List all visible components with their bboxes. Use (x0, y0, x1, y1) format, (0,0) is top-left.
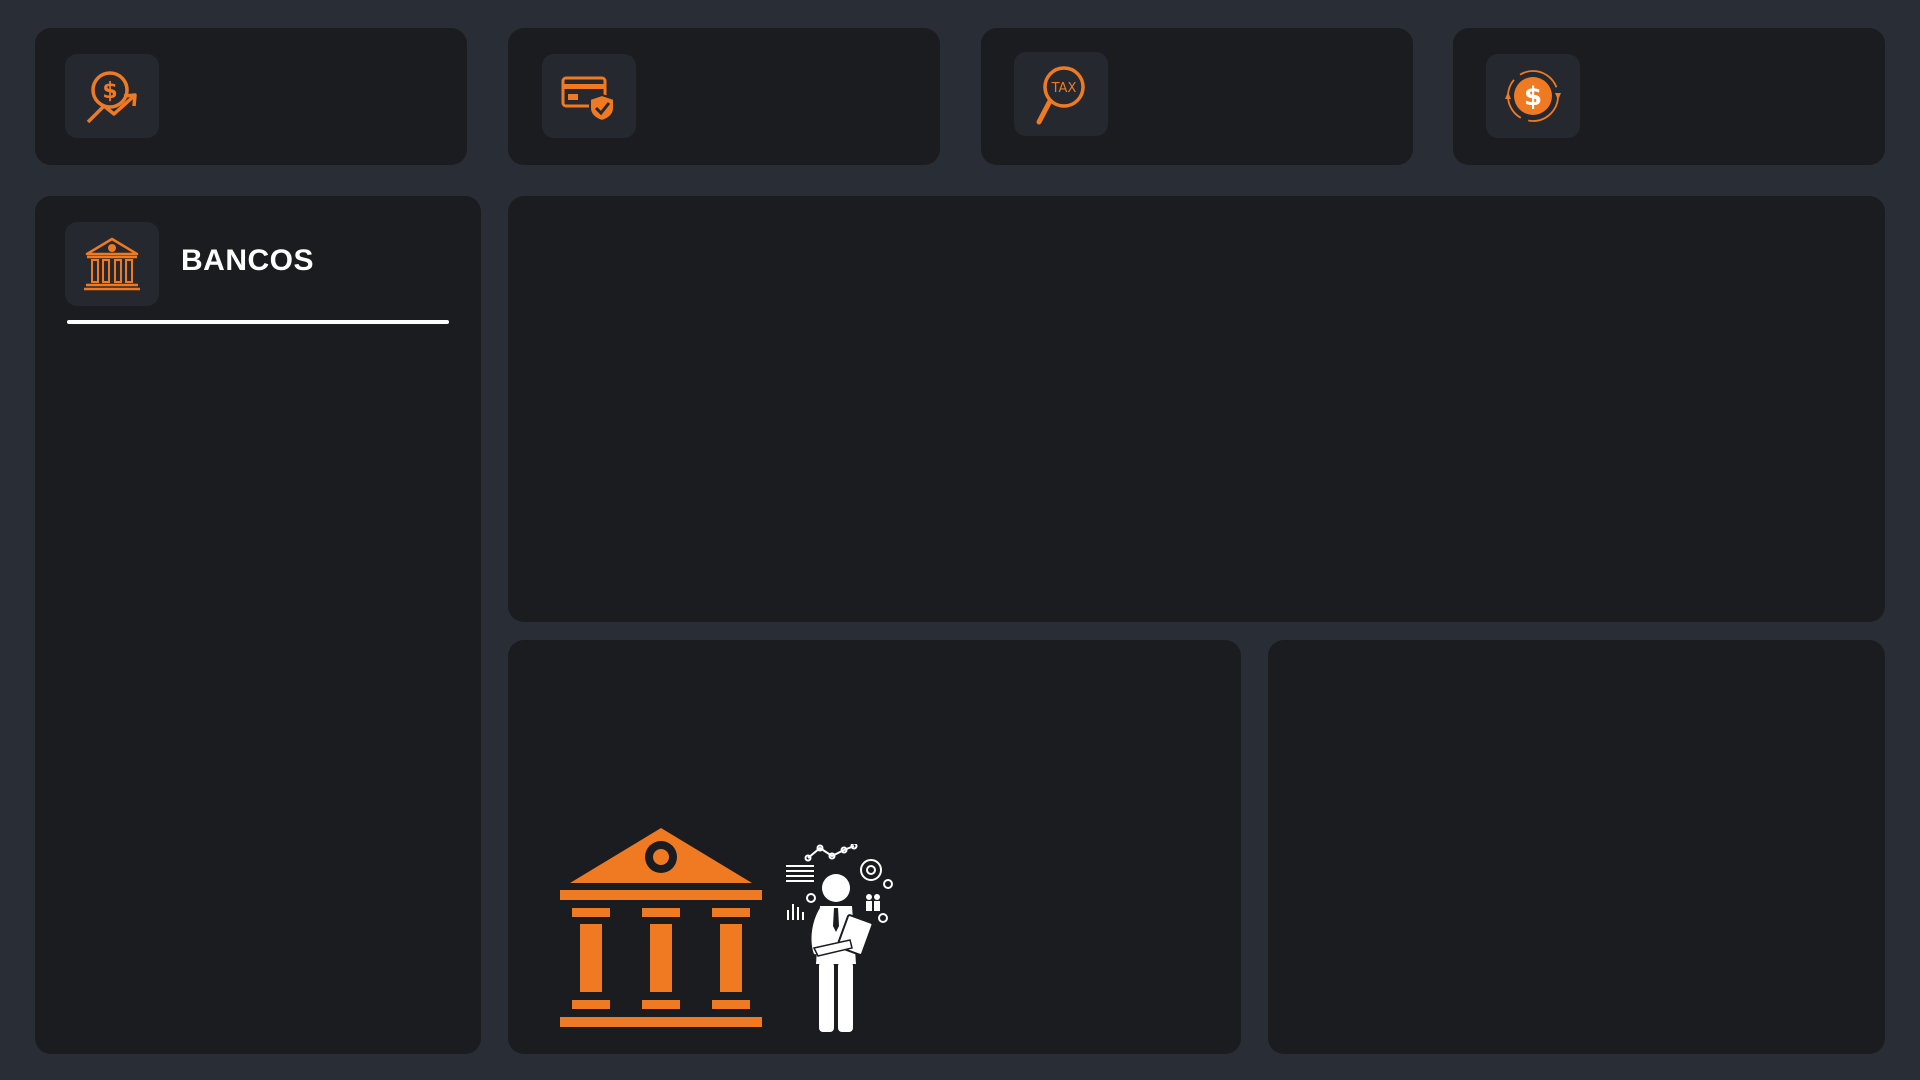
kpi-icon-tile-4: $ (1486, 54, 1580, 138)
kpi-icon-tile-2 (542, 54, 636, 138)
sidebar-icon-tile (65, 222, 159, 306)
kpi-card-3: TAX (981, 28, 1413, 165)
kpi-icon-tile-1: $ (65, 54, 159, 138)
money-growth-icon: $ (86, 71, 137, 124)
svg-text:TAX: TAX (1051, 81, 1077, 96)
illustration-panel (508, 640, 1241, 1054)
svg-text:$: $ (1524, 82, 1542, 112)
bottom-right-panel (1268, 640, 1885, 1054)
main-chart-panel (508, 196, 1885, 622)
sidebar-panel: BANCOS (35, 196, 481, 1054)
bank-building-icon (560, 828, 762, 1027)
kpi-card-1: $ (35, 28, 467, 165)
analyst-person-icon (786, 844, 893, 1032)
kpi-card-4: $ (1453, 28, 1885, 165)
secure-card-icon (561, 76, 615, 123)
dollar-cycle-icon: $ (1505, 70, 1561, 122)
kpi-card-2 (508, 28, 940, 165)
kpi-icon-tile-3: TAX (1014, 52, 1108, 136)
sidebar-title-divider (67, 320, 449, 324)
svg-text:$: $ (102, 79, 117, 104)
tax-search-icon: TAX (1036, 66, 1085, 125)
bank-icon (84, 237, 140, 291)
sidebar-title: BANCOS (181, 244, 315, 277)
